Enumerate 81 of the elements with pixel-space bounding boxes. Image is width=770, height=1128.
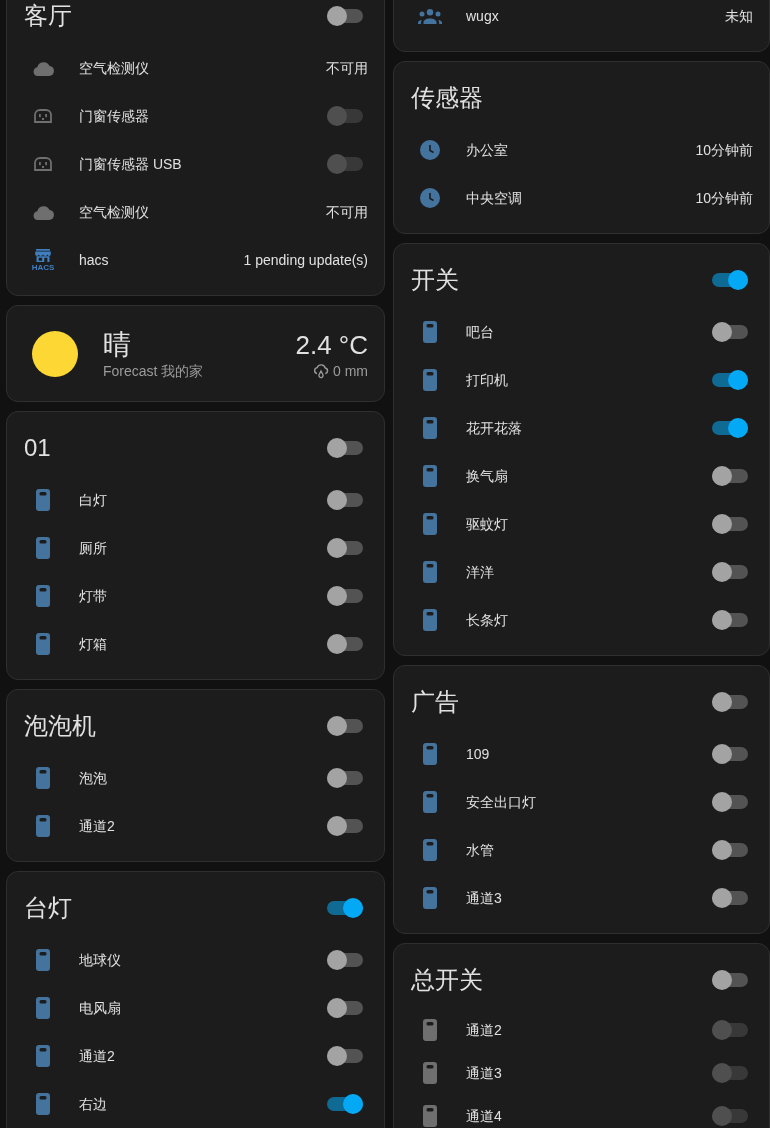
sun-icon: [32, 330, 78, 377]
entity-name: 安全出口灯: [466, 793, 537, 811]
entity-name: 白灯: [79, 491, 108, 509]
entity-name: 电风扇: [79, 999, 122, 1017]
entity-name: 109: [466, 745, 491, 763]
entity-name: 吧台: [466, 323, 495, 341]
toggle-switch[interactable]: [327, 716, 363, 736]
toggle-switch[interactable]: [712, 970, 748, 990]
entity-name: 右边: [79, 1095, 108, 1113]
toggle-switch[interactable]: [327, 538, 363, 558]
toggle-switch[interactable]: [327, 6, 363, 26]
entity-name: 灯带: [79, 587, 108, 605]
card-title: 台灯: [24, 893, 72, 923]
toggle-switch[interactable]: [327, 950, 363, 970]
entity-name: wugx: [466, 7, 500, 25]
toggle-switch[interactable]: [712, 514, 748, 534]
toggle-switch[interactable]: [712, 692, 748, 712]
toggle-switch[interactable]: [712, 370, 748, 390]
toggle-switch[interactable]: [712, 744, 748, 764]
precipitation: 0 mm: [333, 361, 368, 380]
entity-state: 不可用: [326, 203, 368, 221]
forecast-name: Forecast 我的家: [103, 361, 205, 380]
entity-name: 门窗传感器 USB: [79, 155, 183, 173]
card-title: 客厅: [24, 1, 72, 31]
entity-name: 通道4: [466, 1106, 503, 1125]
toggle-switch[interactable]: [712, 888, 748, 908]
entity-name: 洋洋: [466, 563, 495, 581]
entity-name: 驱蚊灯: [466, 515, 509, 533]
entity-name: 水管: [466, 841, 495, 859]
logo-text: HACS: [31, 262, 55, 272]
entity-state: 10分钟前: [695, 189, 753, 207]
entity-name: 厕所: [79, 539, 108, 557]
toggle-switch[interactable]: [712, 466, 748, 486]
entity-name: 打印机: [466, 371, 509, 389]
toggle-switch[interactable]: [327, 816, 363, 836]
temperature: 2.4 °C: [295, 328, 368, 362]
toggle-switch[interactable]: [712, 610, 748, 630]
toggle-switch[interactable]: [327, 586, 363, 606]
toggle-switch[interactable]: [327, 998, 363, 1018]
entity-name: 通道3: [466, 889, 503, 907]
toggle-switch[interactable]: [327, 490, 363, 510]
toggle-switch[interactable]: [327, 1046, 363, 1066]
entity-state: 1 pending update(s): [243, 251, 368, 269]
toggle-switch[interactable]: [712, 418, 748, 438]
toggle-switch[interactable]: [712, 270, 748, 290]
entity-name: 灯箱: [79, 635, 108, 653]
entity-name: 空气检测仪: [79, 203, 150, 221]
card-title: 01: [24, 433, 51, 463]
entity-name: 地球仪: [79, 951, 122, 969]
entity-name: 通道2: [79, 817, 116, 835]
entity-name: 通道2: [466, 1020, 503, 1039]
toggle-switch[interactable]: [712, 562, 748, 582]
toggle-switch[interactable]: [327, 768, 363, 788]
entity-name: 花开花落: [466, 419, 523, 437]
entity-name: 办公室: [466, 141, 509, 159]
entity-name: 中央空调: [466, 189, 523, 207]
entity-name: 通道3: [466, 1063, 503, 1082]
entity-state: 不可用: [326, 59, 368, 77]
card-title: 总开关: [411, 965, 483, 995]
toggle-switch[interactable]: [327, 634, 363, 654]
entity-name: 通道2: [79, 1047, 116, 1065]
weather-condition: 晴: [103, 327, 132, 362]
entity-state: 10分钟前: [695, 141, 753, 159]
toggle-switch[interactable]: [712, 792, 748, 812]
entity-name: 换气扇: [466, 467, 509, 485]
entity-state: 未知: [725, 7, 753, 25]
card-title: 传感器: [411, 83, 483, 113]
toggle-switch[interactable]: [327, 898, 363, 918]
toggle-switch[interactable]: [712, 840, 748, 860]
entity-name: 泡泡: [79, 769, 108, 787]
entity-name: hacs: [79, 251, 110, 269]
card-title: 泡泡机: [24, 711, 96, 741]
toggle-switch[interactable]: [327, 1094, 363, 1114]
rain-cloud-icon: [313, 362, 329, 379]
entity-name: 空气检测仪: [79, 59, 150, 77]
toggle-switch[interactable]: [327, 438, 363, 458]
card-title: 开关: [411, 265, 459, 295]
entity-name: 门窗传感器: [79, 107, 150, 125]
card-title: 广告: [411, 687, 459, 717]
entity-name: 长条灯: [466, 611, 509, 629]
toggle-switch[interactable]: [712, 322, 748, 342]
